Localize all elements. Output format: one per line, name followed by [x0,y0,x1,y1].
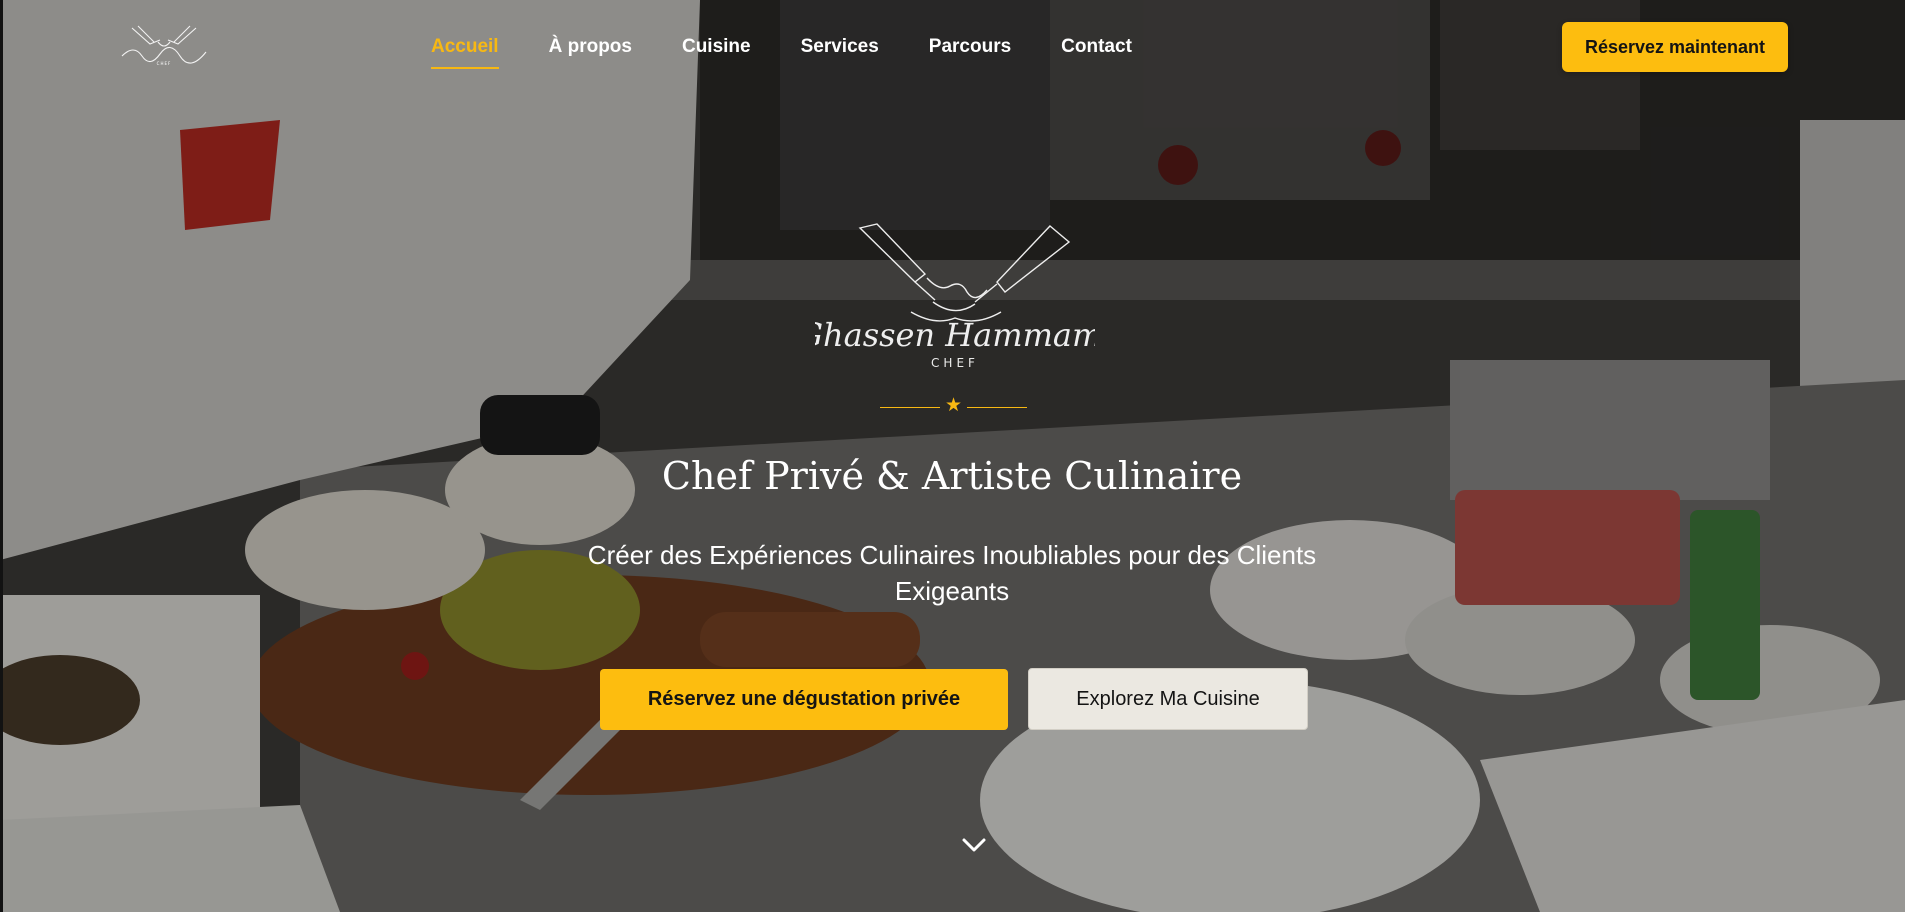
chevron-down-icon[interactable] [959,833,989,857]
explore-cuisine-button[interactable]: Explorez Ma Cuisine [1028,668,1308,730]
nav-item-parcours[interactable]: Parcours [929,36,1011,58]
brand-tagline: CHEF [931,356,979,370]
nav-item-services[interactable]: Services [801,36,879,58]
gold-divider: ★ [880,395,1027,419]
crossed-knives-logo-icon[interactable]: CHEF [120,22,208,68]
hero-headline: Chef Privé & Artiste Culinaire [661,454,1243,498]
brand-signature-logo: Ghassen Hammami CHEF [815,223,1095,370]
main-nav: Accueil À propos Cuisine Services Parcou… [431,36,1182,69]
hero-subtitle: Créer des Expériences Culinaires Inoubli… [587,540,1317,606]
book-private-tasting-button[interactable]: Réservez une dégustation privée [600,669,1008,730]
star-icon: ★ [945,395,963,416]
divider-line-left [880,407,940,408]
divider-line-right [967,407,1027,408]
nav-item-cuisine[interactable]: Cuisine [682,36,751,58]
nav-item-contact[interactable]: Contact [1061,36,1132,58]
reserve-now-button[interactable]: Réservez maintenant [1562,22,1788,72]
svg-text:CHEF: CHEF [157,61,172,66]
nav-item-a-propos[interactable]: À propos [549,36,632,58]
nav-item-accueil[interactable]: Accueil [431,36,499,69]
brand-signature-text: Ghassen Hammami [815,316,1095,354]
